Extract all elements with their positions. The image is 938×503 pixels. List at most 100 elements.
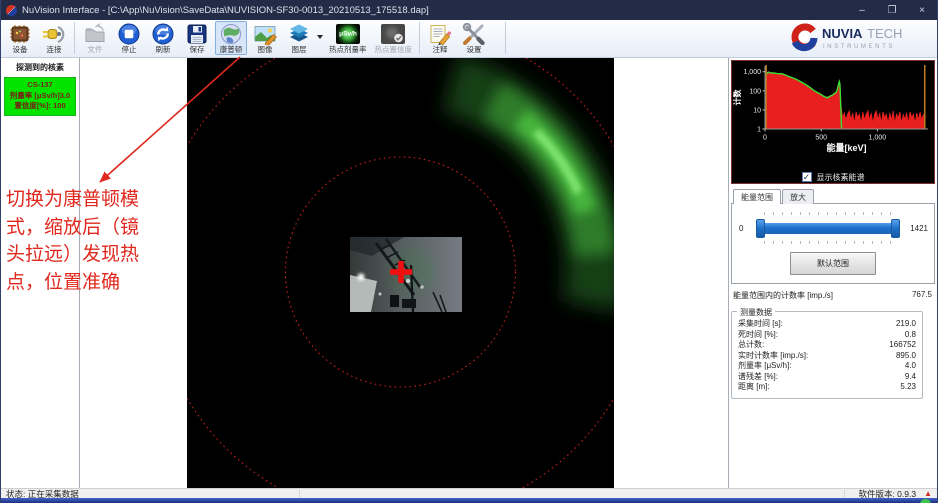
statusbar-separator [299,490,300,498]
settings-button[interactable]: 设置 [458,21,490,55]
nuclide-dose-rate: 剂量率 [μSv/h]3.0 [5,91,75,102]
energy-range-slider[interactable] [756,211,900,245]
measurement-row: 总计数: 166752 [736,340,918,351]
app-window: NuVision Interface - [C:\App\NuVision\Sa… [0,0,938,503]
slider-track[interactable] [758,223,898,234]
toolbar-label: 康普顿 [220,45,243,54]
annotate-icon [427,23,453,45]
svg-text:500: 500 [815,135,827,142]
image-photo-icon [252,23,278,45]
compton-globe-icon [218,23,244,45]
connect-button[interactable]: 连接 [38,21,70,55]
measurement-row: 实时计数率 [imp./s]:895.0 [736,351,918,362]
close-button[interactable]: × [907,0,937,20]
device-button[interactable]: 设备 [4,21,36,55]
svg-text:μSv/h: μSv/h [339,31,357,38]
save-button[interactable]: 保存 [181,21,213,55]
energy-max-value: 1421 [903,224,929,233]
image-viewport [80,58,728,488]
toolbar-label: 热点剂量率 [329,45,367,54]
measurement-label: 死时间 [%]: [738,330,778,341]
minimize-button[interactable]: – [847,0,877,20]
layers-icon [286,23,312,45]
measurement-label: 采集时间 [s]: [738,319,783,330]
stop-button[interactable]: 停止 [113,21,145,55]
toolbar-label: 停止 [122,45,137,54]
measurement-row: 剂量率 [μSv/h]:4.0 [736,361,918,372]
measurement-value: 166752 [889,340,916,351]
detected-nuclides-header: 探测到的核素 [1,58,79,76]
svg-text:1: 1 [757,127,761,134]
hotspot-arc [451,84,595,306]
hotspot-dose-button[interactable]: μSv/h 热点剂量率 [326,21,370,55]
nuclide-confidence: 置信度[%]: 100 [5,101,75,112]
file-folder-icon [82,23,108,45]
svg-text:100: 100 [749,88,761,95]
show-nuclide-spectrum-label: 显示核素能谱 [817,172,865,183]
measurement-data-title: 测量数据 [737,307,775,318]
spectrum-panel: 1101001,00005001,000能量[keV]计数 ✓ 显示核素能谱 [731,60,935,184]
nuviatech-logo-icon: NUVIA TECH INSTRUMENTS [789,23,927,53]
measurement-value: 219.0 [896,319,916,330]
slider-ticks [764,212,892,215]
default-range-button[interactable]: 默认范围 [790,252,876,275]
svg-text:TECH: TECH [867,26,902,41]
show-nuclide-spectrum-checkbox[interactable]: ✓ [802,172,812,182]
compton-button[interactable]: 康普顿 [215,21,247,55]
measurement-row: 采集时间 [s]: 219.0 [736,319,918,330]
toolbar-label: 刷新 [156,45,171,54]
detected-nuclides-panel: 探测到的核素 CS-137 剂量率 [μSv/h]3.0 置信度[%]: 100 [1,58,80,488]
annotate-button[interactable]: 注释 [424,21,456,55]
measurement-rows: 采集时间 [s]: 219.0 死时间 [%]: 0.8 总计数: 166752实时计数率… [736,319,918,393]
count-rate-value: 767.5 [912,290,932,301]
right-panel: 1101001,00005001,000能量[keV]计数 ✓ 显示核素能谱 能… [728,58,937,488]
toolbar-separator [505,22,506,54]
measurement-label: 总计数: [738,340,764,351]
tab-energy-range[interactable]: 能量范围 [733,189,781,204]
toolbar-label: 设备 [13,45,28,54]
toolbar-label: 连接 [47,45,62,54]
slider-ticks [764,241,892,244]
connect-plug-icon [41,23,67,45]
layers-dropdown-arrow[interactable] [317,35,323,39]
svg-text:INSTRUMENTS: INSTRUMENTS [823,44,895,50]
svg-text:1,000: 1,000 [869,135,887,142]
app-icon [6,5,17,16]
image-button[interactable]: 图像 [249,21,281,55]
measurement-label: 谱残差 [%]: [738,372,778,383]
measurement-data-group: 测量数据 采集时间 [s]:219.0死时间 [%]:0.8总计数:166752… [731,311,923,399]
measurement-label: 距离 [m]: [738,382,770,393]
layers-button[interactable]: 图层 [283,21,315,55]
refresh-button[interactable]: 刷新 [147,21,179,55]
hotspot-confidence-icon [378,23,408,45]
maximize-button[interactable]: ❐ [877,0,907,20]
measurement-value: 9.4 [905,372,916,383]
toolbar-separator [74,22,75,54]
tab-zoom[interactable]: 放大 [782,189,814,204]
slider-handle-min[interactable] [756,219,765,238]
nuclide-name: CS-137 [5,80,75,91]
hotspot-confidence-button: 热点置信度 [372,21,416,55]
measurement-row: 距离 [m]: 5.23 [736,382,918,393]
count-rate-label: 能量范围内的计数率 [imp./s] [733,290,833,301]
measurement-row: 谱残差 [%]: 9.4 [736,372,918,383]
title-bar: NuVision Interface - [C:\App\NuVision\Sa… [1,0,937,20]
slider-handle-max[interactable] [891,219,900,238]
toolbar-label: 文件 [88,45,103,54]
energy-min-value: 0 [737,224,753,233]
window-title: NuVision Interface - [C:\App\NuVision\Sa… [22,5,429,16]
spectrum-chart: 1101001,00005001,000能量[keV]计数 [732,61,935,161]
hotspot-dose-icon: μSv/h [333,23,363,45]
measured-spectrum [765,72,924,129]
nuclide-card-cs137[interactable]: CS-137 剂量率 [μSv/h]3.0 置信度[%]: 100 [4,77,76,116]
toolbar-label: 设置 [467,45,482,54]
measurement-value: 895.0 [896,351,916,362]
measurement-value: 0.8 [905,330,916,341]
brand-logo: NUVIA TECH INSTRUMENTS [789,21,935,55]
measurement-value: 5.23 [900,382,916,393]
toolbar-label: 图层 [292,45,307,54]
energy-range-group: 能量范围 放大 0 1421 [731,189,935,303]
svg-text:10: 10 [753,107,761,114]
measurement-row: 死时间 [%]: 0.8 [736,330,918,341]
svg-text:NUVIA: NUVIA [822,26,863,41]
